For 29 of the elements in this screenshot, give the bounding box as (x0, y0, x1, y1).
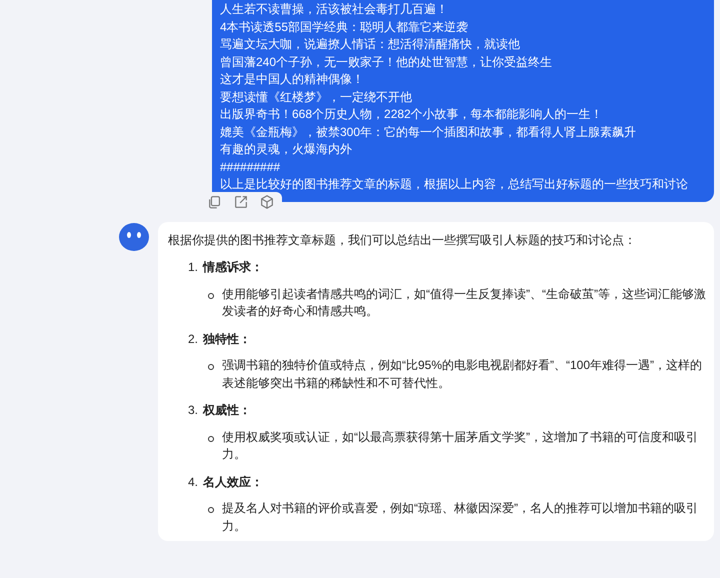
bullet-icon (208, 292, 214, 298)
section-title: 权威性： (203, 402, 252, 419)
avatar-icon (118, 222, 150, 254)
message-line: 骂遍文坛大咖，说遍撩人情话：想活得清醒痛快，就读他 (220, 36, 521, 53)
section-title: 情感诉求： (203, 259, 264, 276)
message-line: 人生若不读曹操，活该被社会毒打几百遍！ (220, 1, 449, 18)
bullet-text: 使用权威奖项或认证，如“以最高票获得第十届茅盾文学奖”，这增加了书籍的可信度和吸引力。 (222, 428, 699, 463)
bullet-text: 提及名人对书籍的评价或喜爱，例如“琼瑶、林徽因深爱”，名人的推荐可以增加书籍的吸引力。 (222, 500, 699, 534)
message-line: ######### (220, 158, 282, 176)
message-line: 4本书读透55部国学经典：聪明人都靠它来逆袭 (220, 18, 470, 36)
bullet-icon (208, 507, 214, 513)
bullet-icon (208, 436, 214, 442)
message-line: 曾国藩240个子孙，无一败家子！他的处世智慧，让你受益终生 (220, 54, 554, 70)
message-line: 要想读懂《红楼梦》，一定绕不开他 (220, 88, 413, 106)
list-number: 4. (188, 474, 198, 490)
bullet-icon (208, 364, 214, 370)
reply-intro: 根据你提供的图书推荐文章标题，我们可以总结出一些撰写吸引人标题的技巧和讨论点： (168, 232, 637, 248)
bullet-text: 强调书籍的独特价值或特点，例如“比95%的电影电视剧都好看”、“100年难得一遇”，这样的表述能够突出书籍的稀缺性和不可替代性。 (222, 357, 704, 392)
message-line: 媲美《金瓶梅》，被禁300年：它的每一个插图和故事，都看得人肾上腺素飙升 (220, 124, 638, 140)
message-line: 这才是中国人的精神偶像！ (220, 71, 365, 88)
list-number: 2. (188, 330, 198, 348)
message-line: 以上是比较好的图书推荐文章的标题，根据以上内容，总结写出好标题的一些技巧和讨论 (220, 176, 689, 193)
message-line: 有趣的灵魂，火爆海内外 (220, 141, 353, 158)
section-title: 名人效应： (203, 474, 264, 490)
list-number: 3. (188, 402, 198, 419)
message-line: 出版界奇书！668个历史人物，2282个小故事，每本都能影响人的一生！ (220, 106, 604, 123)
bullet-text: 使用能够引起读者情感共鸣的词汇，如“值得一生反复捧读”、“生命破茧”等，这些词汇能够激发读者的好奇心和情感共鸣。 (222, 286, 707, 320)
list-number: 1. (188, 259, 198, 276)
section-title: 独特性： (203, 330, 252, 348)
